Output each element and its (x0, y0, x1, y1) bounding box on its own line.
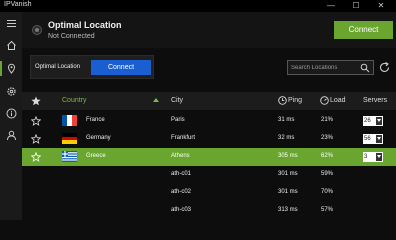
maximize-button[interactable]: ☐ (347, 0, 365, 12)
connection-header: Optimal Location Not Connected Connect (22, 12, 396, 48)
close-button[interactable]: ✕ (372, 0, 390, 12)
country-name: France (86, 117, 105, 123)
table-row[interactable]: Germany Frankfurt 32 ms 23% 56 (22, 130, 396, 148)
load-value: 70% (321, 189, 334, 195)
country-name: Greece (86, 153, 106, 159)
servers-dropdown[interactable]: 3 (363, 152, 383, 162)
ping-value: 313 ms (278, 207, 298, 213)
account-user-icon[interactable] (6, 130, 17, 141)
greece-flag-icon (62, 151, 77, 162)
column-country[interactable]: Country (62, 97, 87, 104)
servers-count: 3 (364, 154, 368, 160)
ping-value: 31 ms (278, 117, 295, 123)
search-input[interactable] (291, 63, 359, 73)
chevron-down-icon (376, 135, 382, 143)
city-name: Athens (171, 153, 190, 159)
city-name: Paris (171, 117, 185, 123)
connection-status-text: Not Connected (48, 33, 95, 40)
ping-value: 32 ms (278, 135, 295, 141)
location-title: Optimal Location (48, 20, 122, 30)
quick-connect-panel: Optimal Location Connect (30, 55, 154, 79)
chevron-down-icon (376, 117, 382, 125)
server-row[interactable]: ath-c02 301 ms 70% (22, 184, 396, 202)
ping-value: 301 ms (278, 189, 298, 195)
city-name: Frankfurt (171, 135, 196, 141)
favorites-star-icon[interactable] (31, 96, 41, 106)
favorite-star-icon[interactable] (31, 152, 41, 162)
sidebar (0, 12, 22, 220)
server-row[interactable]: ath-c01 301 ms 59% (22, 166, 396, 184)
settings-gear-icon[interactable] (6, 86, 17, 97)
germany-flag-icon (62, 133, 77, 145)
info-icon[interactable] (6, 108, 17, 119)
load-value: 62% (321, 153, 334, 159)
table-row-selected[interactable]: Greece Athens 305 ms 62% 3 (22, 148, 396, 166)
server-name: ath-c03 (171, 207, 192, 213)
connection-status-icon (32, 25, 42, 35)
table-row[interactable]: France Paris 31 ms 21% 26 (22, 112, 396, 130)
app-title: IPVanish (4, 1, 32, 8)
load-value: 21% (321, 117, 334, 123)
column-servers[interactable]: Servers (363, 97, 387, 104)
sort-ascending-icon (153, 98, 159, 102)
servers-count: 26 (364, 118, 371, 124)
country-name: Germany (86, 135, 111, 141)
ping-clock-icon (278, 96, 287, 105)
column-city[interactable]: City (171, 97, 183, 104)
favorite-star-icon[interactable] (31, 116, 41, 126)
column-load[interactable]: Load (330, 97, 346, 104)
connect-button[interactable]: Connect (334, 21, 393, 39)
home-icon[interactable] (6, 40, 17, 51)
chevron-down-icon (376, 153, 382, 161)
server-name: ath-c02 (171, 189, 192, 195)
load-value: 23% (321, 135, 334, 141)
location-pin-icon[interactable] (0, 61, 17, 76)
ping-value: 305 ms (278, 153, 298, 159)
table-header: Country City Ping Load Servers (22, 92, 396, 110)
france-flag-icon (62, 115, 77, 126)
refresh-icon[interactable] (378, 61, 391, 74)
servers-dropdown[interactable]: 26 (363, 116, 383, 126)
server-name: ath-c01 (171, 171, 192, 177)
servers-dropdown[interactable]: 56 (363, 134, 383, 144)
quick-connect-label: Optimal Location (35, 64, 81, 70)
load-gauge-icon (320, 96, 329, 105)
search-box (287, 60, 374, 75)
ping-value: 301 ms (278, 171, 298, 177)
title-bar: IPVanish — ☐ ✕ (0, 0, 396, 12)
load-value: 59% (321, 171, 334, 177)
column-ping[interactable]: Ping (288, 97, 302, 104)
server-row[interactable]: ath-c03 313 ms 57% (22, 202, 396, 220)
quick-connect-button[interactable]: Connect (91, 60, 151, 75)
minimize-button[interactable]: — (322, 0, 340, 12)
favorite-star-icon[interactable] (31, 134, 41, 144)
servers-count: 56 (364, 136, 371, 142)
load-value: 57% (321, 207, 334, 213)
hamburger-menu-icon[interactable] (6, 18, 17, 29)
search-icon[interactable] (360, 63, 370, 73)
